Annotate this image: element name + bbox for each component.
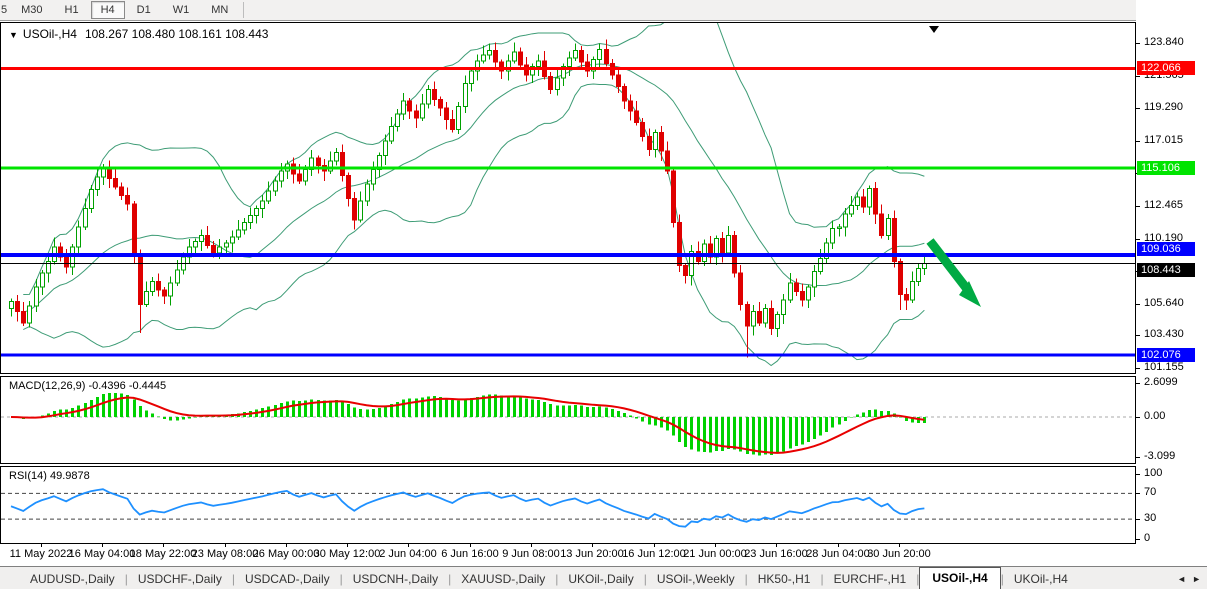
macd-indicator-panel[interactable]: MACD(12,26,9) -0.4396 -0.4445 [0,376,1136,464]
time-axis-tick [531,544,532,547]
axis-tick [1136,108,1140,109]
timeframe-button-h4[interactable]: H4 [91,1,125,19]
chart-tab-eurchf-h1[interactable]: EURCHF-,H1 [824,569,917,589]
axis-tick [1136,493,1140,494]
timeframe-button-d1[interactable]: D1 [127,1,161,19]
rsi-line [11,489,924,526]
axis-tick [1136,539,1140,540]
chart-tab-hk50-h1[interactable]: HK50-,H1 [748,569,821,589]
time-axis-tick [225,544,226,547]
chart-shift-marker-icon[interactable] [929,26,939,33]
macd-chart-canvas[interactable] [1,377,1135,463]
axis-tick [1136,474,1140,475]
timeframe-button-m5-partial[interactable]: 5 [0,4,10,16]
down-arrow-annotation[interactable] [930,241,981,307]
chart-menu-icon[interactable]: ▼ [9,30,18,40]
axis-tick [1136,239,1140,240]
axis-tick [1136,368,1140,369]
macd-signal-line [11,396,924,452]
price-level-badge: 108.443 [1137,263,1195,277]
timeframe-buttons: M30H1H4D1W1MN [10,1,239,19]
macd-label: MACD(12,26,9) -0.4396 -0.4445 [9,380,166,392]
timeframe-button-m30[interactable]: M30 [11,1,52,19]
chart-tab-usdcad-daily[interactable]: USDCAD-,Daily [235,569,340,589]
axis-tick [1136,383,1140,384]
price-level-badge: 109.036 [1137,242,1195,256]
time-axis-tick [715,544,716,547]
chart-tab-xauusd-daily[interactable]: XAUUSD-,Daily [451,569,555,589]
time-axis-tick [102,544,103,547]
time-axis-label: 30 Jun 20:00 [854,548,944,560]
axis-tick-label: 0 [1144,532,1150,544]
time-axis-tick [899,544,900,547]
toolbar-separator [243,2,244,18]
candlestick-chart-canvas[interactable] [1,23,1135,373]
chart-tab-usdcnh-daily[interactable]: USDCNH-,Daily [343,569,448,589]
chart-tab-ukoil-daily[interactable]: UKOil-,Daily [558,569,643,589]
time-axis-tick [776,544,777,547]
time-axis-tick [470,544,471,547]
rsi-indicator-panel[interactable]: RSI(14) 49.9878 [0,466,1136,544]
axis-tick [1136,457,1140,458]
chart-tab-usoil-h4[interactable]: USOil-,H4 [919,567,1000,589]
chart-tab-ukoil-h4[interactable]: UKOil-,H4 [1004,569,1078,589]
chart-tab-usoil-weekly[interactable]: USOil-,Weekly [647,569,745,589]
time-axis-tick [347,544,348,547]
chart-tab-bar: AUDUSD-,Daily|USDCHF-,Daily|USDCAD-,Dail… [0,566,1207,589]
axis-tick-label: 117.015 [1144,134,1183,146]
axis-tick [1136,304,1140,305]
axis-tick-label: -3.099 [1144,450,1175,462]
axis-tick-label: 123.840 [1144,36,1184,48]
rsi-label: RSI(14) 49.9878 [9,470,90,482]
axis-tick-label: 101.155 [1144,361,1184,373]
tab-scroll-right-icon[interactable]: ► [1192,574,1207,589]
timeframe-button-w1[interactable]: W1 [163,1,200,19]
axis-tick [1136,141,1140,142]
axis-tick-label: 105.640 [1144,297,1184,309]
axis-tick-label: 2.6099 [1144,376,1178,388]
chart-tab-usdchf-daily[interactable]: USDCHF-,Daily [128,569,232,589]
axis-tick-label: 30 [1144,512,1156,524]
timeframe-button-mn[interactable]: MN [201,1,238,19]
axis-tick-label: 103.430 [1144,328,1184,340]
chart-tab-audusd-daily[interactable]: AUDUSD-,Daily [20,569,125,589]
price-level-badge: 102.076 [1137,348,1195,362]
time-axis-tick [408,544,409,547]
price-axis[interactable]: 123.840121.565119.290117.015114.740112.4… [1136,0,1207,565]
time-axis[interactable]: 11 May 202216 May 04:0018 May 22:0023 Ma… [0,544,1136,565]
rsi-chart-canvas[interactable] [1,467,1135,543]
time-axis-tick [163,544,164,547]
main-price-chart[interactable]: ▼ USOil-,H4 108.267 108.480 108.161 108.44… [0,22,1136,374]
timeframe-toolbar: 5 M30H1H4D1W1MN [0,0,1207,21]
timeframe-button-h1[interactable]: H1 [55,1,89,19]
axis-tick [1136,417,1140,418]
time-axis-tick [286,544,287,547]
axis-tick [1136,519,1140,520]
axis-tick [1136,206,1140,207]
price-level-badge: 115.106 [1137,161,1195,175]
axis-tick [1136,43,1140,44]
axis-tick-label: 0.00 [1144,410,1165,422]
time-axis-tick [654,544,655,547]
candlestick-series [10,40,927,358]
axis-tick [1136,335,1140,336]
time-axis-tick [592,544,593,547]
chart-symbol-label: USOil-,H4 [23,27,77,41]
axis-tick [1136,76,1140,77]
axis-tick-label: 119.290 [1144,101,1183,113]
chart-ohlc-values: 108.267 108.480 108.161 108.443 [85,27,269,41]
mt4-chart-window: 5 M30H1H4D1W1MN ▼ USOil-,H4 108.267 108.48… [0,0,1207,589]
price-level-badge: 122.066 [1137,61,1195,75]
time-axis-tick [41,544,42,547]
axis-tick-label: 112.465 [1144,199,1183,211]
axis-tick-label: 100 [1144,467,1162,479]
axis-tick-label: 70 [1144,486,1156,498]
time-axis-tick [838,544,839,547]
chart-title: ▼ USOil-,H4 108.267 108.480 108.161 108.44… [9,27,268,41]
tab-scroll-left-icon[interactable]: ◄ [1177,574,1192,589]
chart-tabs: AUDUSD-,Daily|USDCHF-,Daily|USDCAD-,Dail… [0,567,1177,589]
